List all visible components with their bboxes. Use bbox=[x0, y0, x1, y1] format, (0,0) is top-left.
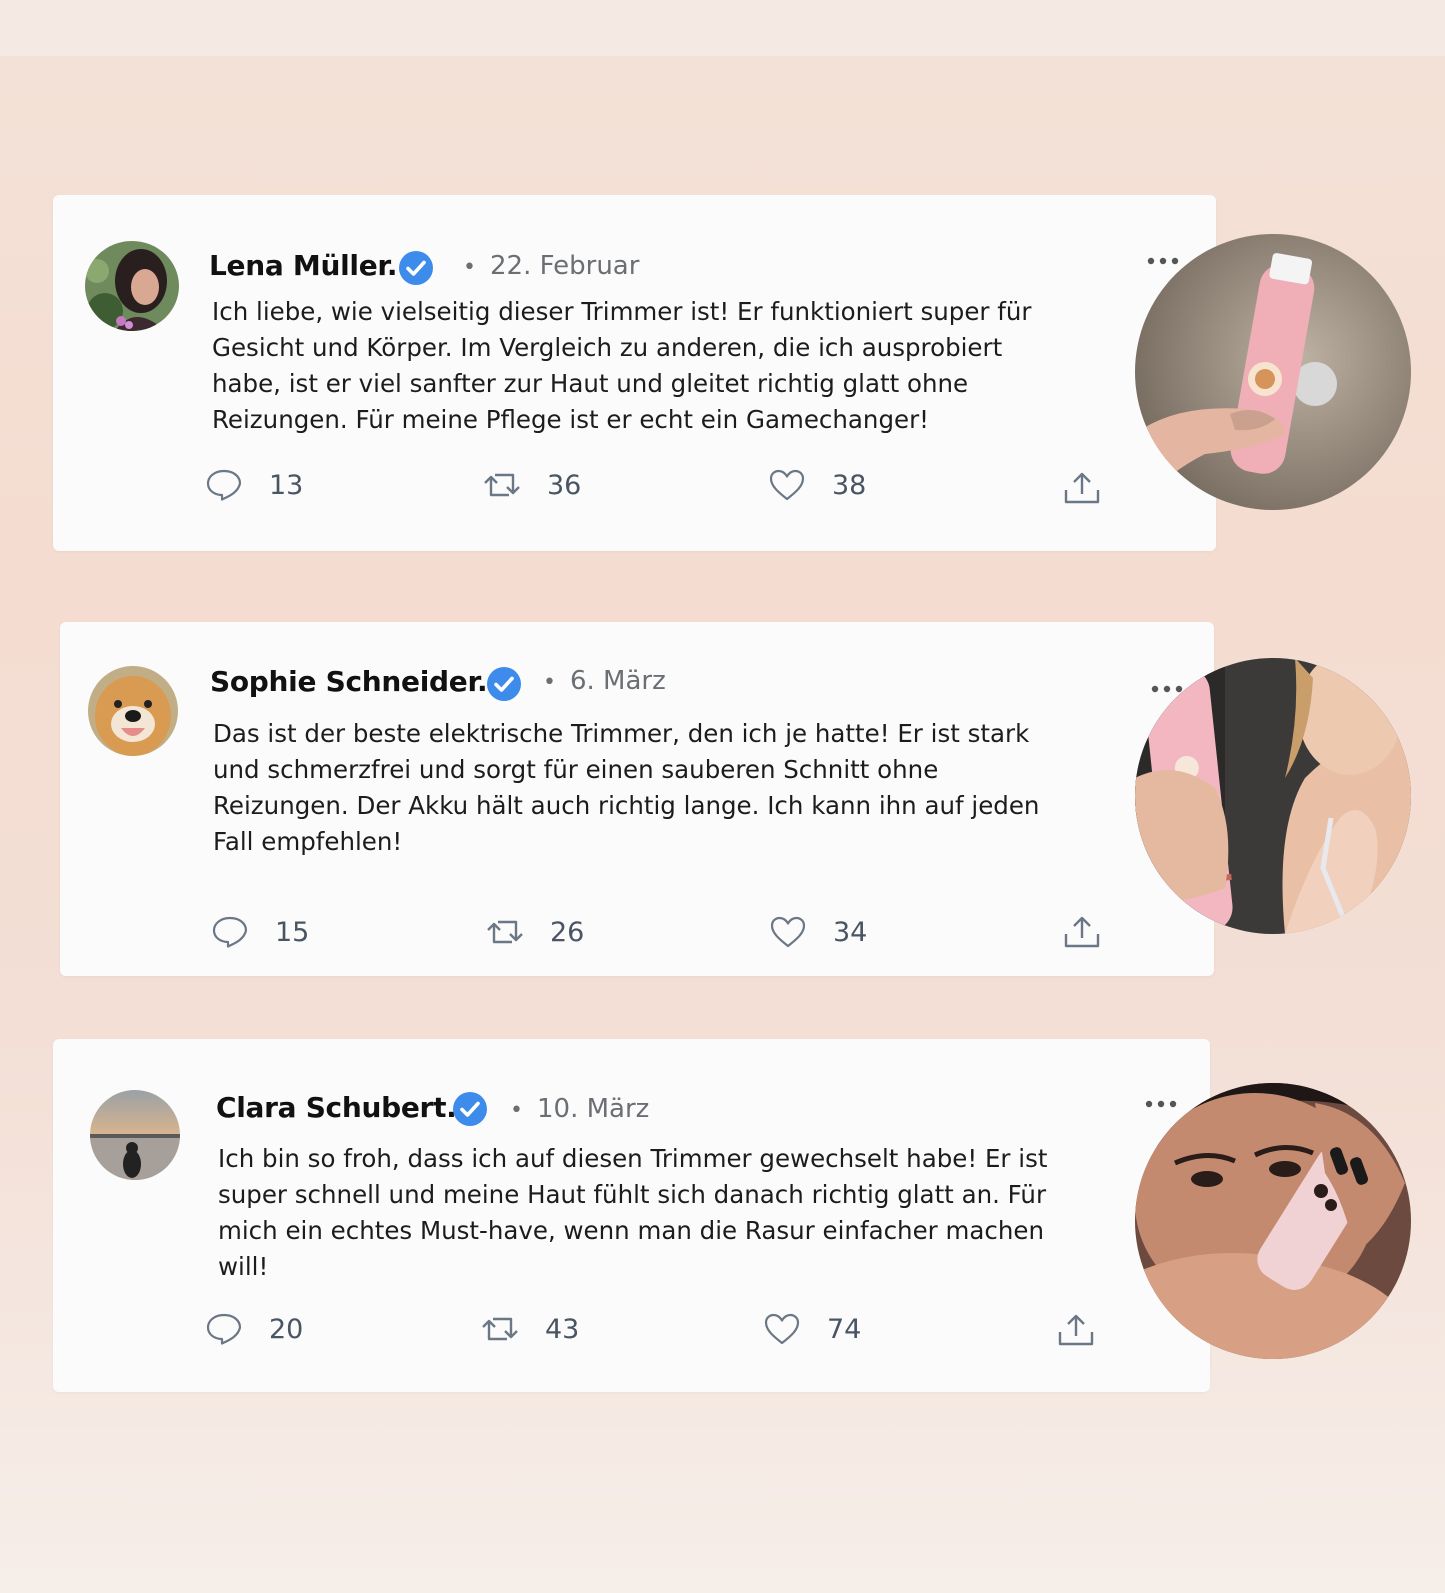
reply-count: 13 bbox=[269, 469, 304, 501]
avatar-dog-icon[interactable] bbox=[88, 666, 178, 756]
reviewer-name[interactable]: Lena Müller. bbox=[209, 249, 398, 282]
reply-action[interactable]: 15 bbox=[211, 915, 309, 949]
retweet-action[interactable]: 26 bbox=[486, 915, 584, 949]
woman-with-trimmer-photo bbox=[1135, 658, 1411, 934]
post-date: 22. Februar bbox=[463, 251, 639, 281]
top-band bbox=[0, 0, 1445, 56]
verified-badge-icon bbox=[486, 666, 522, 702]
pink-trimmer-photo bbox=[1135, 234, 1411, 510]
retweet-action[interactable]: 36 bbox=[483, 468, 581, 502]
retweet-count: 36 bbox=[547, 469, 582, 501]
like-count: 74 bbox=[827, 1313, 862, 1345]
heart-icon bbox=[763, 1312, 801, 1346]
like-action[interactable]: 34 bbox=[769, 915, 867, 949]
retweet-count: 43 bbox=[545, 1313, 580, 1345]
reply-count: 15 bbox=[275, 916, 310, 948]
comment-icon bbox=[205, 468, 243, 502]
share-icon[interactable] bbox=[1063, 914, 1101, 950]
retweet-icon bbox=[486, 915, 524, 949]
heart-icon bbox=[769, 915, 807, 949]
retweet-count: 26 bbox=[550, 916, 585, 948]
avatar-woman-icon[interactable] bbox=[85, 241, 179, 331]
share-icon[interactable] bbox=[1057, 1312, 1095, 1348]
review-text: Ich bin so froh, dass ich auf diesen Tri… bbox=[218, 1144, 1048, 1281]
heart-icon bbox=[768, 468, 806, 502]
more-options-icon[interactable] bbox=[1144, 1099, 1178, 1109]
post-date: 10. März bbox=[510, 1094, 649, 1124]
retweet-icon bbox=[481, 1312, 519, 1346]
like-count: 38 bbox=[832, 469, 867, 501]
post-date: 6. März bbox=[543, 666, 666, 696]
reply-count: 20 bbox=[269, 1313, 304, 1345]
reviewer-name[interactable]: Clara Schubert. bbox=[216, 1091, 457, 1124]
like-action[interactable]: 74 bbox=[763, 1312, 861, 1346]
reviewer-name[interactable]: Sophie Schneider. bbox=[210, 665, 488, 698]
more-options-icon[interactable] bbox=[1150, 684, 1184, 694]
like-action[interactable]: 38 bbox=[768, 468, 866, 502]
comment-icon bbox=[211, 915, 249, 949]
reply-action[interactable]: 20 bbox=[205, 1312, 303, 1346]
like-count: 34 bbox=[833, 916, 868, 948]
review-text: Das ist der beste elektrische Trimmer, d… bbox=[213, 719, 1040, 856]
avatar-sunset-icon[interactable] bbox=[90, 1090, 180, 1180]
review-text: Ich liebe, wie vielseitig dieser Trimmer… bbox=[212, 297, 1032, 434]
reply-action[interactable]: 13 bbox=[205, 468, 303, 502]
trimmer-on-arm-photo bbox=[1135, 1083, 1411, 1359]
share-icon[interactable] bbox=[1063, 470, 1101, 506]
retweet-action[interactable]: 43 bbox=[481, 1312, 579, 1346]
verified-badge-icon bbox=[398, 250, 434, 286]
comment-icon bbox=[205, 1312, 243, 1346]
retweet-icon bbox=[483, 468, 521, 502]
more-options-icon[interactable] bbox=[1146, 256, 1180, 266]
verified-badge-icon bbox=[452, 1091, 488, 1127]
